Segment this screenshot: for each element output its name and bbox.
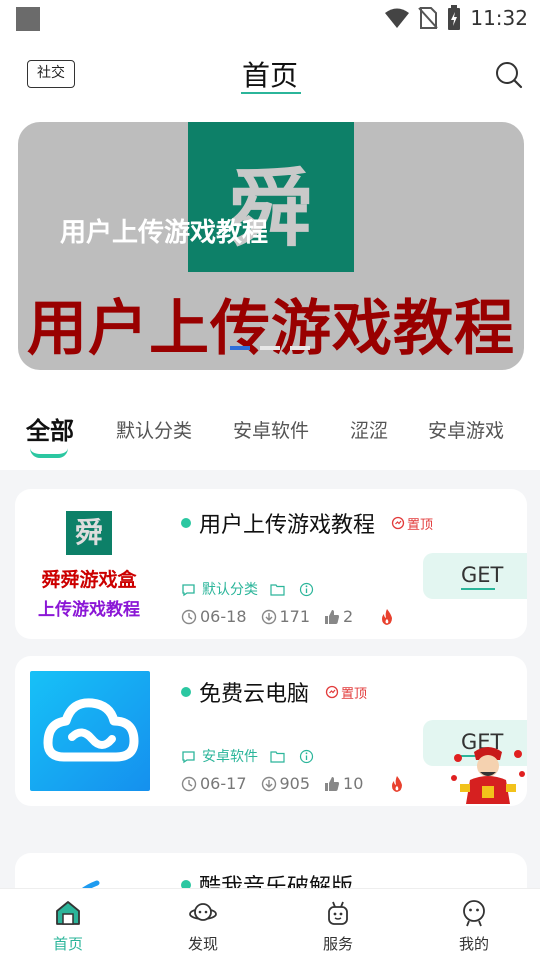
planet-icon bbox=[189, 903, 217, 921]
no-sim-icon bbox=[418, 7, 439, 29]
cloud-app-logo bbox=[30, 671, 150, 791]
title-underline bbox=[241, 92, 301, 94]
nav-profile[interactable]: 我的 bbox=[434, 899, 514, 954]
clock-icon bbox=[181, 609, 197, 624]
god-of-wealth-mascot-icon[interactable] bbox=[448, 744, 528, 806]
status-bar: 11:32 bbox=[0, 0, 540, 36]
card-title-row: 免费云电脑 置顶 bbox=[181, 676, 367, 708]
pinned-label: 置顶 bbox=[407, 517, 434, 533]
app-title[interactable]: 免费云电脑 bbox=[199, 676, 309, 708]
shun-logo-mark: 舜 bbox=[66, 511, 112, 555]
nav-label: 首页 bbox=[52, 935, 83, 953]
category-label[interactable]: 安卓软件 bbox=[202, 746, 258, 766]
tab-android-software[interactable]: 安卓软件 bbox=[233, 416, 309, 443]
battery-charging-icon bbox=[448, 5, 461, 30]
banner-logo: 舜 bbox=[188, 122, 354, 272]
tab-android-games[interactable]: 安卓游戏 bbox=[428, 416, 504, 443]
thumbs-up-icon bbox=[325, 609, 340, 624]
robot-icon bbox=[328, 901, 348, 925]
header: 社交 首页 bbox=[0, 36, 540, 118]
tab-indicator bbox=[30, 448, 68, 458]
like-stat: 2 bbox=[324, 607, 353, 626]
person-icon bbox=[463, 900, 485, 927]
status-dot bbox=[181, 518, 191, 528]
tab-all[interactable]: 全部 bbox=[26, 411, 74, 446]
download-icon bbox=[261, 609, 276, 624]
info-icon bbox=[299, 749, 314, 763]
status-indicators: 11:32 bbox=[384, 5, 528, 31]
card-meta: 默认分类 bbox=[181, 579, 314, 599]
get-button[interactable]: GET bbox=[423, 553, 527, 599]
notification-icon bbox=[16, 7, 40, 31]
category-tabs: 全部 默认分类 安卓软件 涩涩 安卓游戏 bbox=[0, 390, 540, 470]
like-count: 2 bbox=[343, 607, 354, 626]
category-icon bbox=[182, 583, 195, 596]
tab-default[interactable]: 默认分类 bbox=[116, 416, 192, 443]
wifi-icon bbox=[385, 8, 410, 28]
nav-label: 发现 bbox=[187, 935, 218, 953]
folder-icon bbox=[270, 583, 285, 596]
bottom-navigation: 首页 发现 服务 我的 bbox=[0, 888, 540, 960]
nav-home[interactable]: 首页 bbox=[28, 899, 108, 954]
download-count: 905 bbox=[279, 774, 311, 793]
carousel-dots bbox=[230, 346, 310, 350]
clock: 11:32 bbox=[470, 6, 528, 30]
like-count: 10 bbox=[343, 774, 364, 793]
app-card[interactable]: 舜 舜舜游戏盒 上传游戏教程 用户上传游戏教程 置顶 默认分类 06-18 17… bbox=[15, 489, 527, 639]
date-stat: 06-17 bbox=[181, 774, 247, 793]
logo-line-1: 舜舜游戏盒 bbox=[41, 569, 137, 591]
carousel-dot[interactable] bbox=[290, 346, 310, 350]
info-icon bbox=[299, 582, 314, 596]
like-stat: 10 bbox=[324, 774, 363, 793]
card-meta: 安卓软件 bbox=[181, 746, 314, 766]
nav-label: 服务 bbox=[322, 935, 353, 953]
home-icon bbox=[56, 901, 80, 925]
carousel-dot[interactable] bbox=[260, 346, 280, 350]
download-icon bbox=[261, 776, 276, 791]
hot-fire-icon bbox=[392, 775, 403, 792]
hot-fire-icon bbox=[382, 608, 393, 625]
cloud-icon bbox=[43, 698, 139, 762]
status-dot bbox=[181, 687, 191, 697]
date-stat: 06-18 bbox=[181, 607, 247, 626]
nav-service[interactable]: 服务 bbox=[298, 899, 378, 954]
carousel-dot[interactable] bbox=[230, 346, 250, 350]
pinned-badge: 置顶 bbox=[391, 514, 433, 533]
pin-icon bbox=[391, 516, 405, 530]
banner-headline: 用户上传游戏教程 bbox=[27, 294, 515, 364]
app-logo: 舜 舜舜游戏盒 上传游戏教程 bbox=[29, 503, 149, 623]
get-underline bbox=[461, 588, 495, 590]
banner-carousel[interactable]: 舜 用户上传游戏教程 用户上传游戏教程 bbox=[18, 122, 524, 370]
banner-section: 舜 用户上传游戏教程 用户上传游戏教程 bbox=[0, 118, 540, 390]
get-label: GET bbox=[461, 563, 504, 587]
nav-label: 我的 bbox=[458, 935, 489, 953]
pinned-label: 置顶 bbox=[341, 686, 368, 702]
date-label: 06-18 bbox=[200, 607, 247, 626]
card-stats: 06-18 171 2 bbox=[181, 607, 395, 626]
download-count: 171 bbox=[279, 607, 311, 626]
clock-icon bbox=[181, 776, 197, 791]
card-stats: 06-17 905 10 bbox=[181, 774, 405, 793]
category-icon bbox=[182, 750, 195, 763]
date-label: 06-17 bbox=[200, 774, 247, 793]
category-label[interactable]: 默认分类 bbox=[202, 579, 258, 599]
pin-icon bbox=[325, 685, 339, 699]
page-title: 首页 bbox=[241, 59, 298, 92]
app-title[interactable]: 用户上传游戏教程 bbox=[199, 507, 375, 539]
nav-discover[interactable]: 发现 bbox=[163, 899, 243, 954]
thumbs-up-icon bbox=[325, 776, 340, 791]
tab-sese[interactable]: 涩涩 bbox=[350, 416, 388, 443]
search-icon[interactable] bbox=[494, 60, 524, 90]
logo-line-2: 上传游戏教程 bbox=[38, 600, 140, 620]
folder-icon bbox=[270, 750, 285, 763]
pinned-badge: 置顶 bbox=[325, 683, 367, 702]
download-stat: 905 bbox=[261, 774, 311, 793]
card-title-row: 用户上传游戏教程 置顶 bbox=[181, 507, 433, 539]
download-stat: 171 bbox=[261, 607, 311, 626]
banner-subtitle: 用户上传游戏教程 bbox=[60, 218, 269, 248]
